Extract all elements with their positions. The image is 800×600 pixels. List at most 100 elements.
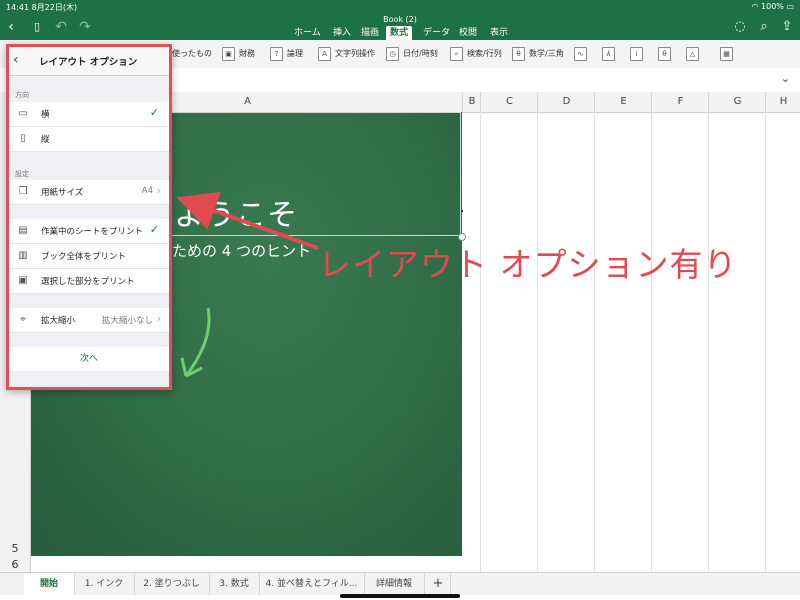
paper-size-icon: ❐ <box>18 186 28 197</box>
gridline <box>765 112 766 572</box>
tab-1[interactable]: 挿入 <box>329 26 355 40</box>
redo-icon[interactable]: ↷ <box>78 20 92 34</box>
tab-4[interactable]: データ <box>419 26 454 40</box>
welcome-text: ようこそ <box>174 198 298 233</box>
ribbon-button-label: 財務 <box>239 49 255 58</box>
wifi-icon: ◠ <box>751 2 762 11</box>
sheet-tab[interactable]: 1. インク <box>74 573 135 595</box>
battery-icon: ▭ <box>786 2 794 11</box>
panel-header: ‹ レイアウト オプション <box>9 47 169 76</box>
tips-subtitle: ための 4 つのヒント <box>172 242 312 260</box>
function-category-icon: ◷ <box>386 47 399 61</box>
paper-size-value: A4 <box>141 186 153 196</box>
function-category-icon: ? <box>270 47 283 61</box>
function-category-icon: θ <box>512 47 525 61</box>
option-label: ブック全体をプリント <box>41 252 127 262</box>
ribbon-button-label: 文字列操作 <box>335 49 375 58</box>
ribbon-function-4[interactable]: θ <box>658 45 671 63</box>
annotation-text: レイアウト オプション有り <box>318 245 738 284</box>
file-icon[interactable]: ▯ <box>30 20 44 34</box>
layout-options-panel: ‹ レイアウト オプション 方向 ▭ 横 ✓ ▯ 縦 設定 ❐ 用紙サイズ A4… <box>6 44 172 390</box>
lightbulb-icon[interactable]: ◌ <box>732 19 748 35</box>
status-time: 14:41 8月22日(木) <box>6 3 78 12</box>
column-header[interactable]: C <box>480 92 538 112</box>
panel-title: レイアウト オプション <box>39 57 138 68</box>
row-header[interactable]: 6 <box>0 558 30 571</box>
option-label: 用紙サイズ <box>41 188 84 198</box>
sheet-tab[interactable]: 4. 並べ替えとフィル... <box>259 573 365 595</box>
function-icon: △ <box>686 47 699 61</box>
tab-0[interactable]: ホーム <box>290 26 325 40</box>
ribbon-button-2[interactable]: ? 論理 <box>270 45 303 63</box>
tab-2[interactable]: 描画 <box>357 26 383 40</box>
next-button[interactable]: 次へ <box>9 347 169 371</box>
orientation-landscape[interactable]: ▭ 横 ✓ <box>9 102 169 127</box>
column-header[interactable]: F <box>651 92 709 112</box>
workbook-icon: ▥ <box>18 250 28 261</box>
function-icon: ʎ <box>602 47 615 61</box>
option-label: 縦 <box>41 135 50 145</box>
function-category-icon: ▣ <box>222 47 235 61</box>
sheet-tabs: 開始 1. インク 2. 塗りつぶし 3. 数式 4. 並べ替えとフィル... 詳細情報 + <box>0 572 800 595</box>
function-icon: i <box>630 47 643 61</box>
ribbon-function-1[interactable]: ∿ <box>574 45 587 63</box>
scaling-icon: ⌖ <box>20 314 26 325</box>
ribbon-button-3[interactable]: A 文字列操作 <box>318 45 375 63</box>
ribbon-button-6[interactable]: θ 数学/三角 <box>512 45 564 63</box>
ribbon-button-label: 検索/行列 <box>467 49 502 58</box>
column-header[interactable]: D <box>537 92 595 112</box>
section-settings: 設定 <box>15 170 29 178</box>
row-header[interactable]: 5 <box>0 542 30 555</box>
undo-icon[interactable]: ↶ <box>54 20 68 34</box>
option-label: 作業中のシートをプリント <box>41 227 144 237</box>
back-chevron-icon[interactable]: ‹ <box>13 52 19 68</box>
ribbon-function-5[interactable]: △ <box>686 45 699 63</box>
ribbon-function-3[interactable]: i <box>630 45 643 63</box>
section-orientation: 方向 <box>15 91 29 99</box>
sheet-tab[interactable]: 開始 <box>24 573 75 595</box>
portrait-page-icon: ▯ <box>20 133 26 144</box>
column-header[interactable]: E <box>594 92 652 112</box>
gridline <box>651 112 652 572</box>
document-title: Book (2) <box>383 15 417 24</box>
sheet-tab[interactable]: 詳細情報 <box>364 573 425 595</box>
back-icon[interactable]: ‹ <box>4 20 18 34</box>
ribbon-button-1[interactable]: ▣ 財務 <box>222 45 255 63</box>
status-battery: ◠ 100% ▭ <box>751 2 794 11</box>
ribbon-button-4[interactable]: ◷ 日付/時刻 <box>386 45 438 63</box>
print-workbook[interactable]: ▥ ブック全体をプリント <box>9 244 169 269</box>
print-selection[interactable]: ▣ 選択した部分をプリント <box>9 269 169 294</box>
sheet-tab[interactable]: 2. 塗りつぶし <box>134 573 210 595</box>
add-sheet-button[interactable]: + <box>426 573 451 595</box>
function-category-icon: ⌕ <box>450 47 463 61</box>
paper-size-row[interactable]: ❐ 用紙サイズ A4 › <box>9 180 169 205</box>
ribbon-button-0[interactable]: 使ったもの <box>172 45 212 63</box>
sheet-icon: ▤ <box>18 225 28 236</box>
option-label: 横 <box>41 110 50 120</box>
orientation-portrait[interactable]: ▯ 縦 <box>9 127 169 152</box>
tab-3[interactable]: 数式 <box>386 26 413 40</box>
landscape-page-icon: ▭ <box>18 108 28 119</box>
ribbon-button-label: 使ったもの <box>172 49 212 58</box>
ribbon-function-2[interactable]: ʎ <box>602 45 615 63</box>
selection-icon: ▣ <box>18 275 28 286</box>
column-header[interactable]: H <box>765 92 800 112</box>
scaling-value: 拡大縮小なし <box>101 316 153 326</box>
scaling-row[interactable]: ⌖ 拡大縮小 拡大縮小なし › <box>9 308 169 333</box>
function-icon: ∿ <box>574 47 587 61</box>
share-icon[interactable]: ⇪ <box>779 19 795 35</box>
ribbon-button-5[interactable]: ⌕ 検索/行列 <box>450 45 502 63</box>
search-icon[interactable]: ⌕ <box>756 19 772 35</box>
chevron-down-icon[interactable]: ⌄ <box>781 72 790 85</box>
tab-6[interactable]: 表示 <box>486 26 512 40</box>
column-header[interactable]: B <box>462 92 481 112</box>
ribbon-button-label: 日付/時刻 <box>403 49 438 58</box>
print-active-sheet[interactable]: ▤ 作業中のシートをプリント ✓ <box>9 219 169 244</box>
tab-5[interactable]: 校閲 <box>455 26 481 40</box>
title-bar: Book (2) ‹ ▯ ↶ ↷ ホーム 挿入 描画 数式 データ 校閲 表示 ◌ ⌕ ⇪ <box>0 14 800 40</box>
ribbon-button-label: 数学/三角 <box>529 49 564 58</box>
gridline <box>537 112 538 572</box>
column-header[interactable]: G <box>708 92 766 112</box>
sheet-tab[interactable]: 3. 数式 <box>209 573 260 595</box>
ribbon-calculator[interactable]: ▦ <box>720 45 733 63</box>
